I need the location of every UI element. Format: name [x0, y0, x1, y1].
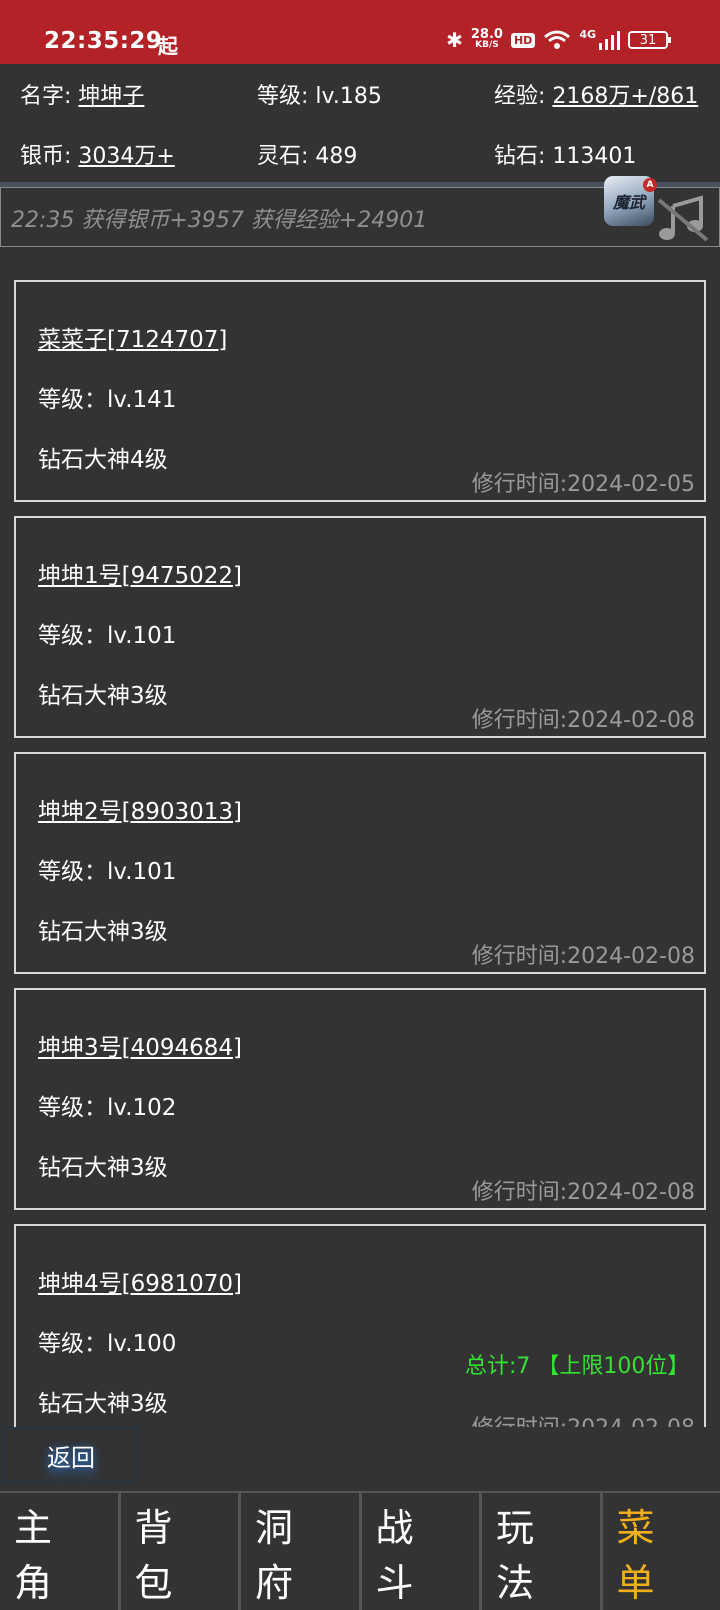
status-icons: ✱ 28.0 KB/S HD 4G 31 [446, 27, 671, 52]
player-spirit-value: 489 [315, 144, 358, 169]
wifi-icon [544, 30, 571, 49]
nav-tab-cave[interactable]: 洞府 [241, 1493, 362, 1610]
total-count: 总计:7 【上限100位】 [465, 1354, 690, 1379]
disciple-date: 修行时间:2024-02-08 [471, 708, 695, 733]
disciple-card[interactable]: 菜菜子[7124707] 等级：lv.141 钻石大神4级 修行时间:2024-… [14, 280, 706, 502]
disciple-level: 等级：lv.141 [38, 387, 177, 413]
network-speed: 28.0 KB/S [470, 27, 503, 51]
spirit-label: 灵石: [257, 144, 316, 169]
battery-icon: 31 [628, 31, 671, 49]
player-diamond: 钻石: 113401 [494, 138, 636, 170]
player-name: 名字: 坤坤子 [20, 78, 144, 110]
signal-icon [599, 31, 620, 50]
nav-tab-menu[interactable]: 菜单 [602, 1493, 720, 1610]
player-name-link[interactable]: 坤坤子 [78, 84, 144, 109]
nav-tab-gameplay[interactable]: 玩法 [482, 1493, 603, 1610]
disciple-date: 修行时间:2024-02-08 [471, 944, 695, 969]
bluetooth-icon: ✱ [446, 28, 463, 52]
player-info: 名字: 坤坤子 等级: lv.185 经验: 2168万+/861 银币: 30… [0, 64, 720, 182]
disciple-name-link[interactable]: 菜菜子[7124707] [38, 320, 227, 354]
back-button[interactable]: 返回 [4, 1428, 138, 1482]
app-indicator-icon: 起 [158, 34, 178, 58]
disciple-name-link[interactable]: 坤坤1号[9475022] [38, 556, 242, 590]
exp-label: 经验: [494, 84, 553, 109]
disciple-card[interactable]: 坤坤3号[4094684] 等级：lv.102 钻石大神3级 修行时间:2024… [14, 988, 706, 1210]
player-level-value: lv.185 [315, 84, 382, 109]
network-type-icon: 4G [579, 28, 596, 41]
status-bar: 22:35:29 起 ✱ 28.0 KB/S HD 4G 31 [0, 0, 720, 64]
disciple-date: 修行时间:2024-02-08 [472, 1410, 695, 1427]
speed-value: 28.0 [470, 27, 503, 42]
disciple-list[interactable]: 菜菜子[7124707] 等级：lv.141 钻石大神4级 修行时间:2024-… [0, 262, 720, 1427]
level-label: 等级: [257, 84, 316, 109]
disciple-date: 修行时间:2024-02-08 [471, 1180, 695, 1205]
disciple-vip: 钻石大神3级 [38, 1155, 168, 1181]
name-label: 名字: [20, 84, 79, 109]
player-spirit: 灵石: 489 [257, 138, 357, 170]
disciple-card[interactable]: 坤坤2号[8903013] 等级：lv.101 钻石大神3级 修行时间:2024… [14, 752, 706, 974]
speed-unit: KB/S [475, 40, 499, 50]
disciple-name-link[interactable]: 坤坤2号[8903013] [38, 792, 242, 826]
player-silver: 银币: 3034万+ [20, 138, 175, 170]
nav-tab-backpack[interactable]: 背包 [120, 1493, 241, 1610]
nav-tab-battle[interactable]: 战斗 [361, 1493, 482, 1610]
disciple-date: 修行时间:2024-02-05 [471, 472, 695, 497]
disciple-card[interactable]: 坤坤4号[6981070] 等级：lv.100 钻石大神3级 修行时间:2024… [14, 1224, 706, 1427]
player-diamond-value: 113401 [552, 144, 637, 169]
disciple-name-link[interactable]: 坤坤3号[4094684] [38, 1028, 242, 1062]
disciple-card[interactable]: 坤坤1号[9475022] 等级：lv.101 钻石大神3级 修行时间:2024… [14, 516, 706, 738]
disciple-vip: 钻石大神4级 [38, 447, 168, 473]
disciple-vip: 钻石大神3级 [38, 919, 168, 945]
player-silver-link[interactable]: 3034万+ [78, 144, 174, 169]
diamond-label: 钻石: [494, 144, 553, 169]
status-time: 22:35:29 [44, 28, 163, 54]
app-icon-text: 魔武 [612, 193, 645, 212]
disciple-vip: 钻石大神3级 [38, 683, 168, 709]
player-level: 等级: lv.185 [257, 78, 382, 110]
nav-tab-protagonist[interactable]: 主角 [0, 1493, 121, 1610]
app-badge: A [643, 178, 657, 192]
disciple-name-link[interactable]: 坤坤4号[6981070] [38, 1264, 242, 1298]
disciple-level: 等级：lv.101 [38, 623, 177, 649]
disciple-level: 等级：lv.102 [38, 1095, 177, 1121]
disciple-level: 等级：lv.101 [38, 859, 177, 885]
player-exp-link[interactable]: 2168万+/861 [552, 84, 698, 109]
log-bar: 22:35 获得银币+3957 获得经验+24901 魔武 A [0, 176, 720, 247]
music-note-icon[interactable] [651, 194, 711, 244]
floating-app-icon[interactable]: 魔武 A [604, 176, 657, 226]
log-text: 22:35 获得银币+3957 获得经验+24901 [11, 208, 428, 233]
hd-icon: HD [510, 32, 536, 48]
player-exp: 经验: 2168万+/861 [494, 78, 698, 110]
disciple-vip: 钻石大神3级 [38, 1391, 168, 1417]
bottom-nav: 主角 背包 洞府 战斗 玩法 菜单 [0, 1493, 720, 1610]
disciple-level: 等级：lv.100 [38, 1331, 177, 1357]
silver-label: 银币: [20, 144, 79, 169]
battery-level: 31 [639, 32, 657, 48]
